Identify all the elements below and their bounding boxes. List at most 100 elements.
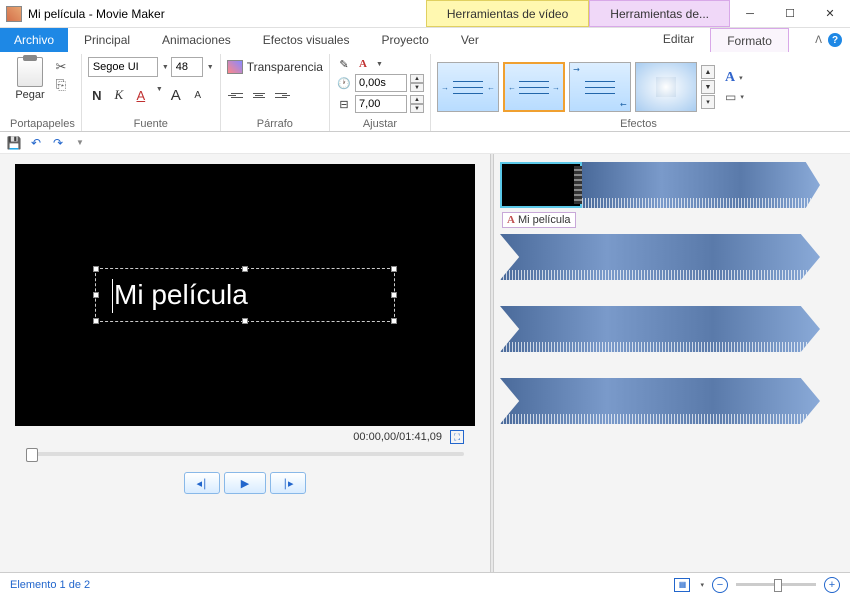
chevron-down-icon[interactable]: ▾ [700,581,704,589]
paste-button[interactable]: Pegar [10,57,50,101]
resize-handle[interactable] [242,318,248,324]
effect-preset-2[interactable]: ← → [503,62,565,112]
help-icon[interactable]: ? [828,33,842,47]
group-clipboard-label: Portapapeles [10,117,75,131]
edit-text-icon[interactable]: ✎ [336,57,352,71]
video-preview[interactable]: Mi película [15,164,475,426]
zoom-slider[interactable] [736,583,816,586]
maximize-button[interactable]: ☐ [770,0,810,28]
video-clip[interactable] [500,378,820,424]
qat-customize[interactable]: ▼ [72,135,88,151]
tab-editar[interactable]: Editar [647,28,710,52]
effects-expand[interactable]: ▾ [701,95,715,109]
ribbon-collapse-button[interactable]: ᐱ [815,35,822,46]
fill-icon: ▭ [725,90,736,104]
effects-scroll-up[interactable]: ▲ [701,65,715,79]
spin-down[interactable]: ▼ [410,104,424,113]
chevron-down-icon[interactable]: ▼ [376,61,383,68]
resize-handle[interactable] [391,292,397,298]
fullscreen-button[interactable]: ⛶ [450,430,464,444]
align-left-button[interactable] [227,86,247,104]
zoom-in-button[interactable]: + [824,577,840,593]
timeline-pane[interactable]: A Mi película [494,154,850,572]
tab-ver[interactable]: Ver [445,28,495,52]
tab-principal[interactable]: Principal [68,28,146,52]
titlebar: Mi película - Movie Maker Herramientas d… [0,0,850,28]
preview-pane: Mi película 00:00,00/01:41,09 ⛶ ◂∣ ▶ ∣▸ [0,154,490,572]
effect-preset-3[interactable]: ↘ ↖ [569,62,631,112]
transparency-button[interactable]: Transparencia [227,57,323,77]
grow-font-button[interactable]: A [167,86,185,104]
resize-handle[interactable] [93,318,99,324]
window-title: Mi película - Movie Maker [28,7,165,21]
start-time-input[interactable] [355,74,407,92]
duration-icon: ⊟ [336,97,352,111]
resize-handle[interactable] [93,292,99,298]
context-tab-video-tools[interactable]: Herramientas de vídeo [426,0,589,27]
align-center-button[interactable] [249,86,269,104]
chevron-down-icon[interactable]: ▼ [156,86,163,104]
redo-button[interactable]: ↷ [50,135,66,151]
title-text-box[interactable]: Mi película [95,268,395,322]
italic-button[interactable]: K [110,86,128,104]
effect-preset-4[interactable] [635,62,697,112]
main-area: Mi película 00:00,00/01:41,09 ⛶ ◂∣ ▶ ∣▸ [0,154,850,572]
title-clip[interactable]: A Mi película [500,162,582,208]
video-clip[interactable] [582,162,820,208]
tab-efectos-visuales[interactable]: Efectos visuales [247,28,366,52]
effects-scroll-down[interactable]: ▼ [701,80,715,94]
font-name-select[interactable] [88,57,158,77]
outline-a-icon: A [725,70,735,86]
spin-down[interactable]: ▼ [410,83,424,92]
statusbar: Elemento 1 de 2 ▦ ▾ − + [0,572,850,596]
copy-button[interactable]: ⎘ [53,77,69,93]
cut-button[interactable]: ✂ [53,59,69,75]
video-clip[interactable] [500,306,820,352]
text-style-icon[interactable]: A [355,57,371,71]
chevron-down-icon[interactable]: ▼ [207,64,214,71]
resize-handle[interactable] [242,266,248,272]
tab-formato[interactable]: Formato [710,28,789,52]
resize-handle[interactable] [391,266,397,272]
text-outline-button[interactable]: A ▾ [725,70,744,86]
resize-handle[interactable] [391,318,397,324]
shrink-font-button[interactable]: A [189,86,207,104]
prev-frame-button[interactable]: ◂∣ [184,472,220,494]
chevron-down-icon[interactable]: ▼ [162,64,169,71]
spin-up[interactable]: ▲ [410,95,424,104]
duration-input[interactable] [355,95,407,113]
transparency-label: Transparencia [247,60,323,74]
effect-preset-1[interactable]: → ← [437,62,499,112]
bold-button[interactable]: N [88,86,106,104]
undo-button[interactable]: ↶ [28,135,44,151]
next-frame-button[interactable]: ∣▸ [270,472,306,494]
tab-proyecto[interactable]: Proyecto [365,28,444,52]
minimize-button[interactable]: ─ [730,0,770,28]
timeline-row: A Mi película [500,162,844,208]
tab-file[interactable]: Archivo [0,28,68,52]
spin-up[interactable]: ▲ [410,74,424,83]
thumbnail-size-button[interactable]: ▦ [674,578,690,592]
play-button[interactable]: ▶ [224,472,266,494]
resize-handle[interactable] [93,266,99,272]
text-a-icon: A [507,214,515,226]
close-button[interactable]: ✕ [810,0,850,28]
zoom-out-button[interactable]: − [712,577,728,593]
save-button[interactable]: 💾 [6,135,22,151]
window-controls: ─ ☐ ✕ [730,0,850,28]
text-fill-button[interactable]: ▭ ▾ [725,90,744,104]
tab-animaciones[interactable]: Animaciones [146,28,247,52]
seek-slider[interactable] [26,452,464,456]
time-display: 00:00,00/01:41,09 [353,431,442,443]
transparency-icon [227,60,243,74]
quick-access-toolbar: 💾 ↶ ↷ ▼ [0,132,850,154]
context-tab-text-tools[interactable]: Herramientas de... [589,0,730,27]
font-color-button[interactable]: A [132,86,150,104]
title-clip-label[interactable]: A Mi película [502,212,576,228]
clipboard-icon [17,57,43,87]
font-size-select[interactable] [171,57,203,77]
align-right-button[interactable] [271,86,291,104]
video-clip[interactable] [500,234,820,280]
status-element-count: Elemento 1 de 2 [10,579,90,591]
group-paragraph: Transparencia Párrafo [221,54,330,131]
